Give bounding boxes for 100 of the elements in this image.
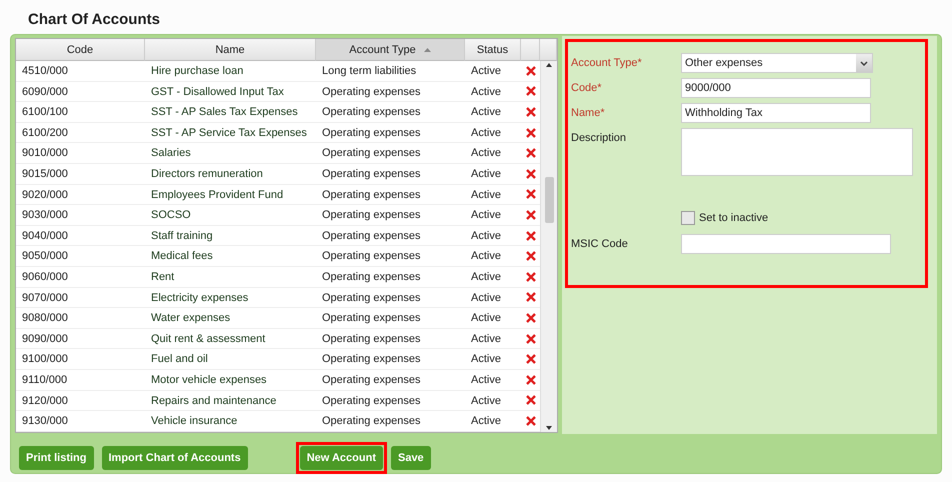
- table-cell: Employees Provident Fund: [145, 184, 316, 206]
- table-cell: 9030/000: [16, 205, 145, 226]
- table-cell: Operating expenses: [316, 184, 465, 206]
- table-cell: 9070/000: [16, 288, 145, 308]
- delete-icon[interactable]: [526, 189, 536, 200]
- table-cell: Active: [465, 370, 521, 390]
- table-cell: 9100/000: [16, 349, 145, 370]
- delete-icon[interactable]: [526, 374, 536, 385]
- table-cell: Active: [465, 266, 521, 288]
- table-cell: GST - Disallowed Input Tax: [145, 82, 316, 102]
- table-cell: Long term liabilities: [316, 61, 465, 82]
- delete-icon[interactable]: [526, 416, 536, 426]
- table-cell: Active: [465, 308, 521, 329]
- column-header[interactable]: Status: [465, 39, 521, 61]
- column-header[interactable]: Account Type: [316, 39, 465, 61]
- field-label: Account Type*: [571, 56, 643, 69]
- table-cell: Operating expenses: [316, 328, 465, 350]
- field-label: Description: [571, 131, 628, 144]
- table-cell: 9080/000: [16, 308, 145, 329]
- scroll-up-icon[interactable]: [546, 63, 552, 67]
- account-type-dropdown[interactable]: Other expenses: [681, 53, 873, 73]
- table-cell: 4510/000: [16, 61, 145, 82]
- input-field[interactable]: Withholding Tax: [681, 103, 871, 123]
- table-cell: Active: [465, 246, 521, 267]
- table-cell: Active: [465, 184, 521, 206]
- table-cell: Water expenses: [145, 308, 316, 329]
- table-cell: Electricity expenses: [145, 288, 316, 308]
- delete-icon[interactable]: [526, 334, 536, 344]
- input-field[interactable]: 9000/000: [681, 78, 871, 98]
- table-cell: Fuel and oil: [145, 349, 316, 370]
- table-cell: 9020/000: [16, 184, 145, 206]
- table-cell: Operating expenses: [316, 308, 465, 329]
- table-cell: Operating expenses: [316, 122, 465, 144]
- table-cell: Operating expenses: [316, 370, 465, 390]
- delete-icon[interactable]: [526, 168, 536, 179]
- table-cell: Active: [465, 61, 521, 82]
- delete-icon[interactable]: [526, 148, 536, 158]
- table-cell: Motor vehicle expenses: [145, 370, 316, 390]
- table-cell: Salaries: [145, 143, 316, 164]
- field-label: Code*: [571, 81, 603, 94]
- table-cell: Active: [465, 288, 521, 308]
- table-cell: Active: [465, 143, 521, 164]
- table-cell: Operating expenses: [316, 411, 465, 432]
- table-cell: Operating expenses: [316, 82, 465, 102]
- field-label: Name*: [571, 106, 606, 119]
- description-field[interactable]: [681, 128, 913, 176]
- column-header: [540, 39, 557, 61]
- table-cell: Operating expenses: [316, 164, 465, 185]
- delete-icon[interactable]: [526, 210, 536, 220]
- delete-icon[interactable]: [526, 354, 536, 364]
- table-cell: Active: [465, 82, 521, 102]
- table-cell: SST - AP Sales Tax Expenses: [145, 102, 316, 123]
- table-cell: 9120/000: [16, 390, 145, 412]
- table-cell: Repairs and maintenance: [145, 390, 316, 412]
- table-cell: Active: [465, 205, 521, 226]
- table-cell: Vehicle insurance: [145, 411, 316, 432]
- table-cell: Operating expenses: [316, 390, 465, 412]
- table-cell: 9090/000: [16, 328, 145, 350]
- delete-icon[interactable]: [526, 230, 536, 241]
- action-button[interactable]: Print listing: [19, 446, 94, 470]
- delete-icon[interactable]: [526, 312, 536, 323]
- action-button[interactable]: Import Chart of Accounts: [102, 446, 248, 470]
- sort-ascending-icon: [424, 48, 431, 52]
- table-cell: Active: [465, 122, 521, 144]
- table-cell: Operating expenses: [316, 226, 465, 246]
- table-cell: 9050/000: [16, 246, 145, 267]
- table-cell: Hire purchase loan: [145, 61, 316, 82]
- table-cell: Operating expenses: [316, 266, 465, 288]
- table-cell: Operating expenses: [316, 288, 465, 308]
- checkbox[interactable]: [681, 211, 695, 225]
- delete-icon[interactable]: [526, 66, 536, 76]
- scrollbar[interactable]: [540, 61, 557, 432]
- delete-icon[interactable]: [526, 251, 536, 262]
- action-button[interactable]: New Account: [300, 446, 383, 470]
- column-header: [521, 39, 540, 61]
- table-cell: Directors remuneration: [145, 164, 316, 185]
- table-cell: Active: [465, 164, 521, 185]
- delete-icon[interactable]: [526, 86, 536, 96]
- table-cell: 9110/000: [16, 370, 145, 390]
- chevron-down-icon: [860, 60, 868, 66]
- delete-icon[interactable]: [526, 128, 536, 138]
- delete-icon[interactable]: [526, 272, 536, 282]
- table-cell: Staff training: [145, 226, 316, 246]
- table-cell: Active: [465, 349, 521, 370]
- delete-icon[interactable]: [526, 106, 536, 117]
- table-cell: Active: [465, 102, 521, 123]
- table-cell: Operating expenses: [316, 349, 465, 370]
- delete-icon[interactable]: [526, 292, 536, 302]
- table-cell: Operating expenses: [316, 102, 465, 123]
- column-header[interactable]: Code: [16, 39, 145, 61]
- table-cell: 6100/100: [16, 102, 145, 123]
- column-header[interactable]: Name: [145, 39, 316, 61]
- action-button[interactable]: Save: [390, 446, 431, 470]
- table-cell: Active: [465, 390, 521, 412]
- table-cell: 6090/000: [16, 82, 145, 102]
- scroll-down-icon[interactable]: [546, 426, 552, 430]
- table-cell: Active: [465, 328, 521, 350]
- scrollbar-thumb[interactable]: [544, 177, 554, 223]
- delete-icon[interactable]: [526, 395, 536, 406]
- input-field[interactable]: [681, 234, 891, 254]
